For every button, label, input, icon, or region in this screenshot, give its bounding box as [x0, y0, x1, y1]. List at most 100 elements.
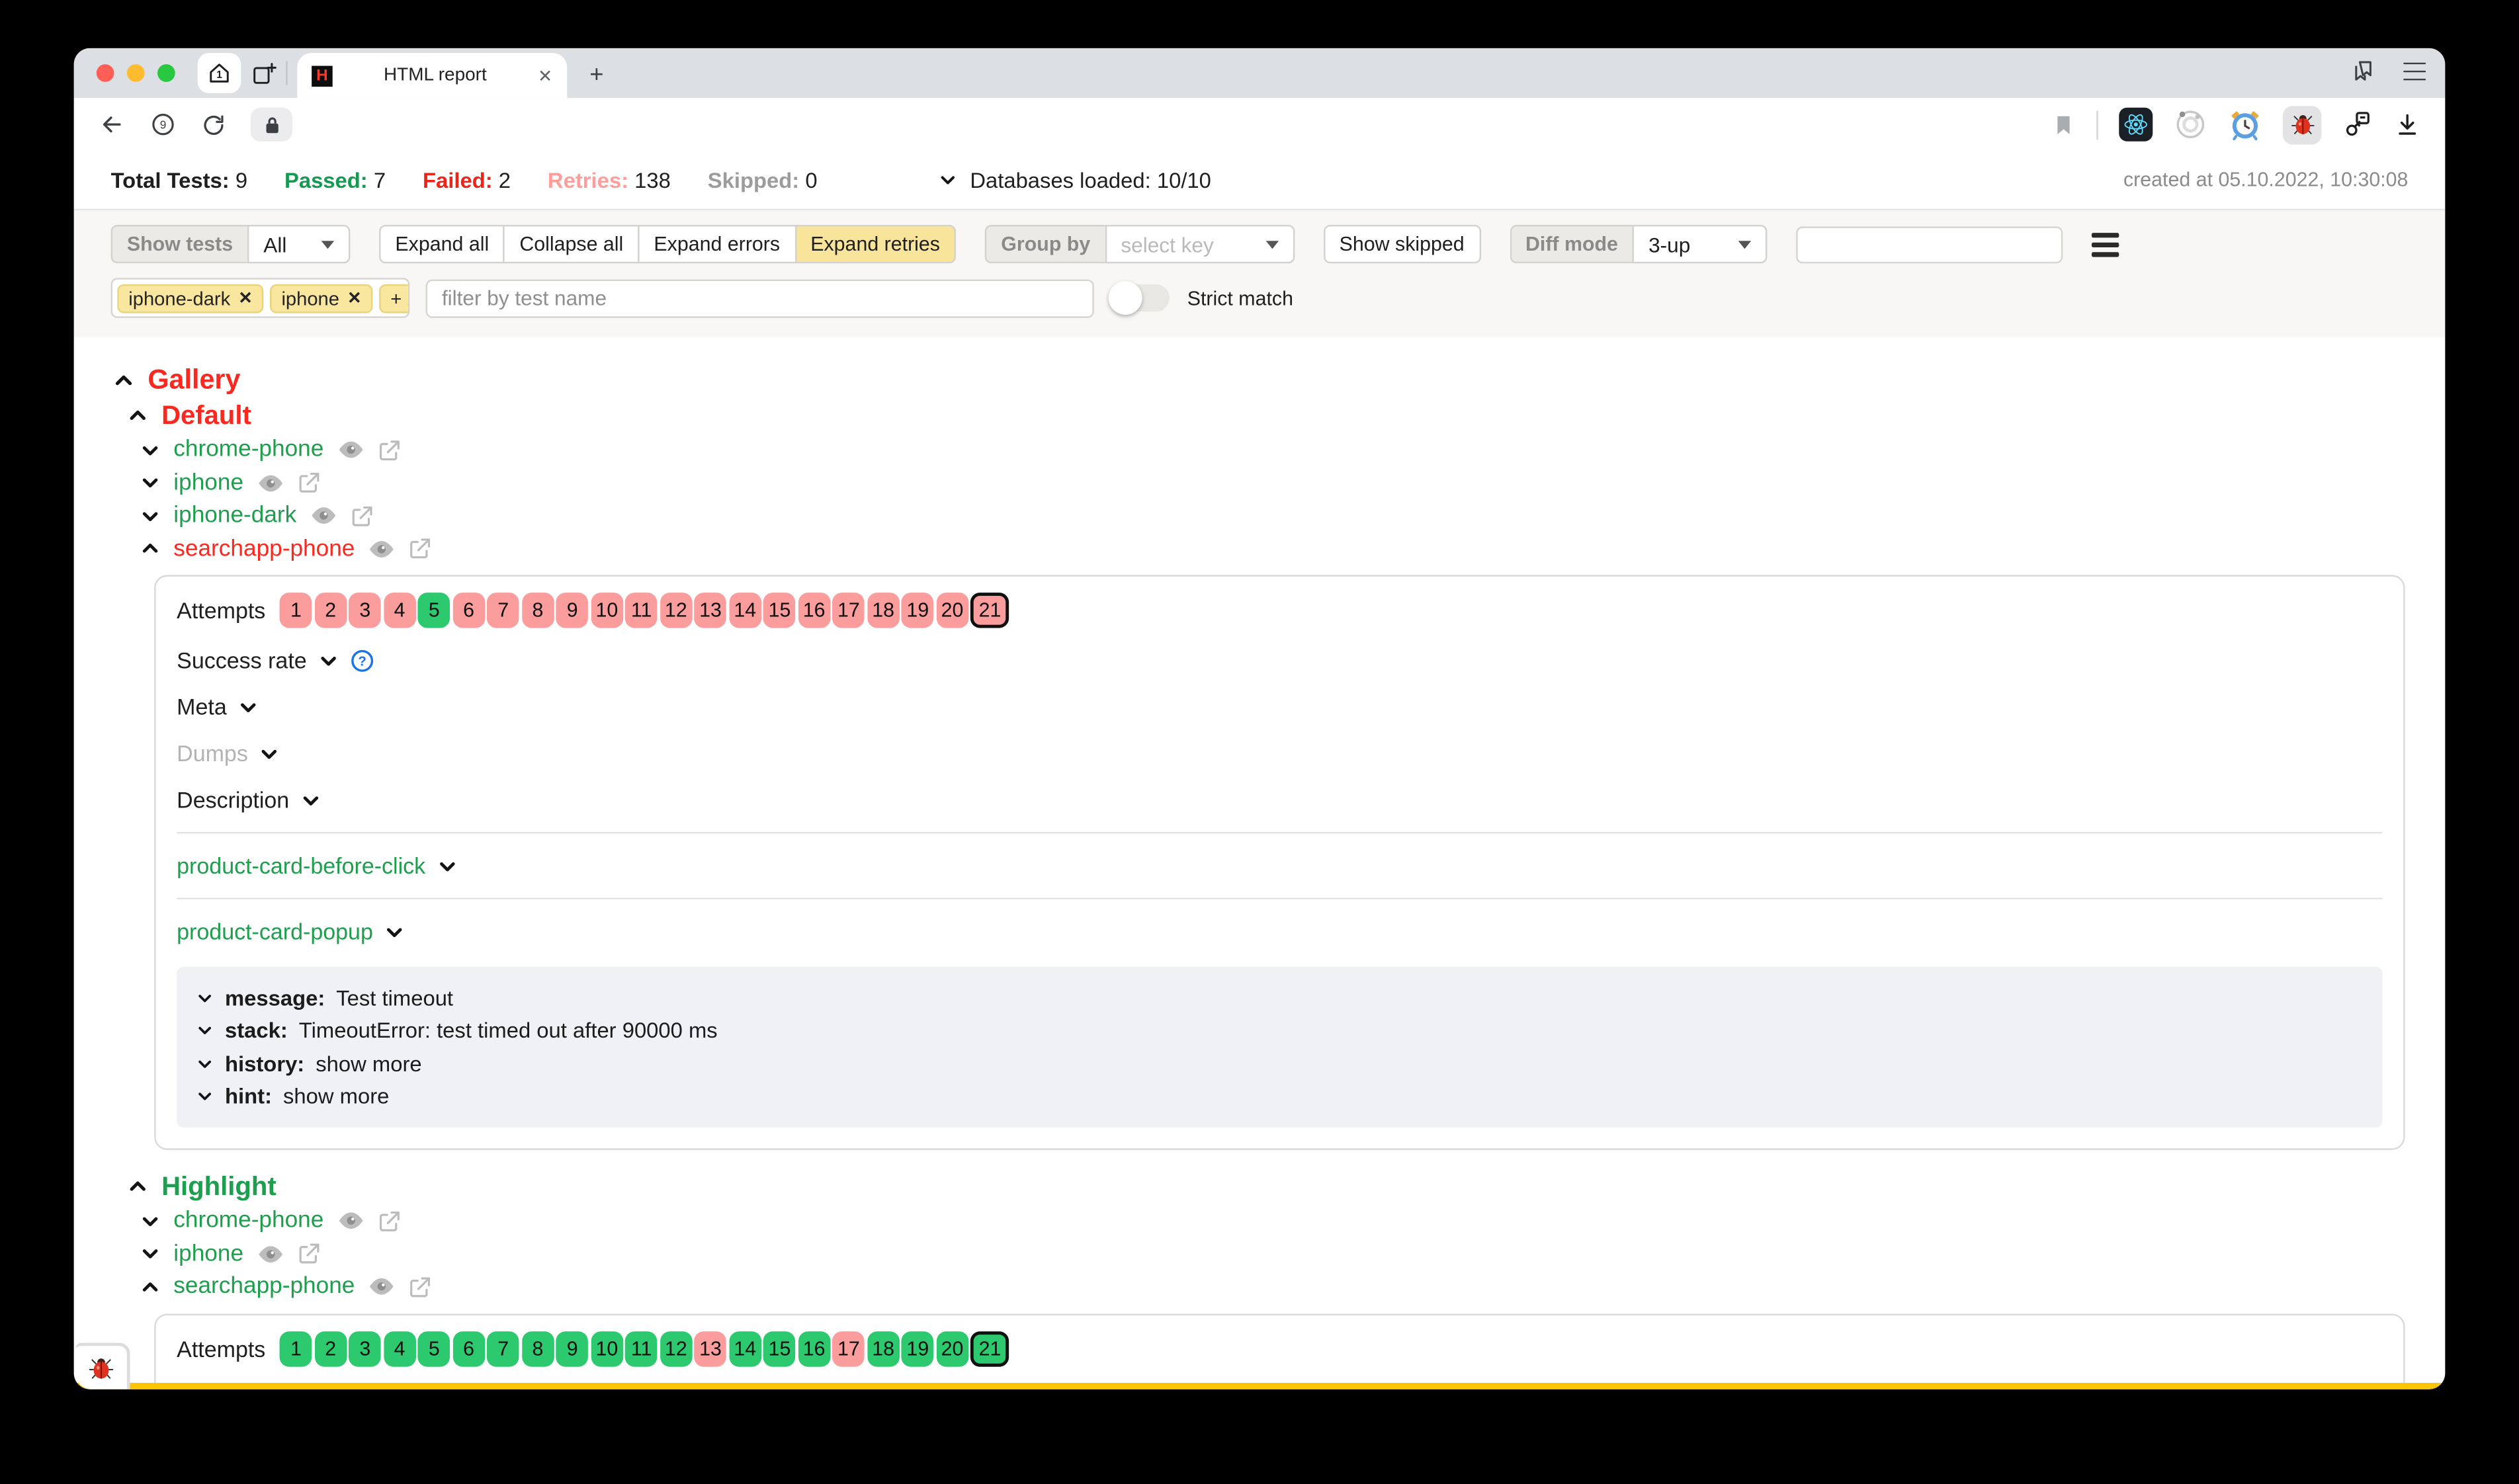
- diff-mode-select[interactable]: 3-up: [1633, 225, 1768, 263]
- search-input[interactable]: [1797, 226, 2063, 263]
- eye-icon[interactable]: [337, 440, 364, 460]
- attempt-chip-11[interactable]: 11: [625, 593, 658, 628]
- databases-loaded[interactable]: Databases loaded: 10/10: [938, 168, 1211, 192]
- attempt-chip-1[interactable]: 1: [280, 1331, 312, 1366]
- bookmark-icon[interactable]: [2051, 112, 2075, 138]
- state-product-card-before-click[interactable]: product-card-before-click: [177, 851, 2382, 880]
- collapse-all-button[interactable]: Collapse all: [503, 225, 640, 263]
- bookmarks-panel-icon[interactable]: [2349, 58, 2376, 85]
- attempt-chip-20[interactable]: 20: [936, 1331, 968, 1366]
- browser-filter-chip[interactable]: iphone-dark✕: [117, 284, 263, 313]
- success-rate-row[interactable]: Success rate ?: [177, 645, 2382, 675]
- suite-highlight[interactable]: Highlight: [127, 1169, 2409, 1204]
- browser-row-chrome-phone[interactable]: chrome-phone: [140, 434, 2408, 467]
- attempt-chip-9[interactable]: 9: [556, 1331, 589, 1366]
- history-button[interactable]: 9: [149, 111, 177, 138]
- attempt-chip-7[interactable]: 7: [487, 1331, 519, 1366]
- attempt-chip-6[interactable]: 6: [452, 593, 485, 628]
- attempt-chip-13[interactable]: 13: [695, 1331, 727, 1366]
- eye-icon[interactable]: [256, 1245, 283, 1264]
- attempt-chip-21[interactable]: 21: [970, 593, 1009, 628]
- expand-retries-button[interactable]: Expand retries: [794, 225, 956, 263]
- dumps-row[interactable]: Dumps: [177, 739, 2382, 768]
- test-name-filter-input[interactable]: [426, 278, 1094, 317]
- error-message-row[interactable]: message: Test timeout: [196, 981, 2363, 1014]
- external-link-icon[interactable]: [408, 537, 432, 561]
- eye-icon[interactable]: [310, 507, 337, 526]
- address-bar-collapsed[interactable]: [251, 108, 292, 142]
- remove-chip-icon[interactable]: ✕: [238, 288, 252, 308]
- attempt-chip-17[interactable]: 17: [833, 1331, 865, 1366]
- reload-button[interactable]: [201, 112, 227, 138]
- attempt-chip-18[interactable]: 18: [867, 593, 900, 628]
- state-product-card-popup[interactable]: product-card-popup: [177, 917, 2382, 946]
- alarm-clock-extension-icon[interactable]: [2228, 108, 2262, 142]
- browser-filter-chip[interactable]: iphone✕: [270, 284, 372, 313]
- suite-default[interactable]: Default: [127, 398, 2409, 433]
- attempt-chip-10[interactable]: 10: [591, 1331, 623, 1366]
- eye-icon[interactable]: [256, 474, 283, 493]
- meta-row[interactable]: Meta: [177, 692, 2382, 721]
- attempt-chip-6[interactable]: 6: [452, 1331, 485, 1366]
- new-tab-button[interactable]: +: [589, 63, 603, 87]
- remove-chip-icon[interactable]: ✕: [347, 288, 361, 308]
- browser-row-iphone-dark[interactable]: iphone-dark: [140, 499, 2408, 532]
- attempt-chip-20[interactable]: 20: [936, 593, 968, 628]
- eye-icon[interactable]: [368, 539, 395, 558]
- download-icon[interactable]: [2394, 111, 2421, 138]
- attempt-chip-19[interactable]: 19: [902, 593, 934, 628]
- attempt-chip-16[interactable]: 16: [798, 593, 830, 628]
- suite-gallery[interactable]: Gallery: [112, 361, 2408, 398]
- tab-html-report[interactable]: H HTML report ✕: [297, 53, 567, 98]
- browser-menu-icon[interactable]: [2403, 62, 2426, 81]
- eye-icon[interactable]: [337, 1212, 364, 1231]
- tab-close-icon[interactable]: ✕: [538, 65, 552, 86]
- question-icon[interactable]: ?: [350, 648, 374, 672]
- browser-filter-box[interactable]: iphone-dark✕ iphone✕ + 2 ...: [111, 278, 410, 318]
- error-stack-row[interactable]: stack: TimeoutError: test timed out afte…: [196, 1014, 2363, 1048]
- bug-extension-icon[interactable]: [2283, 105, 2321, 144]
- external-link-icon[interactable]: [349, 504, 373, 528]
- report-menu-icon[interactable]: [2092, 232, 2119, 256]
- browser-filter-more-chip[interactable]: + 2 ...: [379, 284, 409, 313]
- external-link-icon[interactable]: [376, 438, 400, 462]
- description-row[interactable]: Description: [177, 786, 2382, 815]
- attempt-chip-10[interactable]: 10: [591, 593, 623, 628]
- attempt-chip-15[interactable]: 15: [763, 1331, 796, 1366]
- attempt-chip-15[interactable]: 15: [763, 593, 796, 628]
- attempt-chip-8[interactable]: 8: [522, 593, 554, 628]
- external-link-icon[interactable]: [296, 471, 320, 495]
- minimize-window-button[interactable]: [127, 64, 145, 82]
- bug-overlay-badge[interactable]: [75, 1342, 130, 1389]
- attempt-chip-11[interactable]: 11: [625, 1331, 658, 1366]
- attempt-chip-4[interactable]: 4: [384, 1331, 416, 1366]
- expand-errors-button[interactable]: Expand errors: [638, 225, 796, 263]
- attempt-chip-21[interactable]: 21: [970, 1331, 1009, 1366]
- close-window-button[interactable]: [97, 64, 114, 82]
- back-button[interactable]: [98, 111, 125, 138]
- attempt-chip-5[interactable]: 5: [418, 593, 450, 628]
- browser-row-searchapp-phone[interactable]: searchapp-phone: [140, 532, 2408, 565]
- show-skipped-button[interactable]: Show skipped: [1323, 225, 1480, 263]
- orbit-extension-icon[interactable]: [2174, 108, 2207, 142]
- tab-group-button[interactable]: 1: [198, 53, 241, 93]
- error-history-row[interactable]: history: show more: [196, 1047, 2363, 1080]
- external-link-icon[interactable]: [408, 1275, 432, 1299]
- error-hint-row[interactable]: hint: show more: [196, 1080, 2363, 1113]
- attempt-chip-2[interactable]: 2: [314, 593, 347, 628]
- attempt-chip-19[interactable]: 19: [902, 1331, 934, 1366]
- attempt-chip-17[interactable]: 17: [833, 593, 865, 628]
- attempt-chip-3[interactable]: 3: [349, 593, 382, 628]
- browser-row-iphone[interactable]: iphone: [140, 466, 2408, 499]
- strict-match-toggle[interactable]: [1110, 284, 1170, 311]
- attempt-chip-5[interactable]: 5: [418, 1331, 450, 1366]
- attempt-chip-12[interactable]: 12: [660, 1331, 693, 1366]
- attempt-chip-18[interactable]: 18: [867, 1331, 900, 1366]
- attempt-chip-14[interactable]: 14: [729, 1331, 761, 1366]
- attempt-chip-7[interactable]: 7: [487, 593, 519, 628]
- external-link-icon[interactable]: [296, 1242, 320, 1266]
- group-by-select[interactable]: select key: [1105, 225, 1295, 263]
- show-tests-select[interactable]: All: [247, 225, 350, 263]
- zoom-window-button[interactable]: [157, 64, 175, 82]
- key-extension-icon[interactable]: [2342, 109, 2373, 140]
